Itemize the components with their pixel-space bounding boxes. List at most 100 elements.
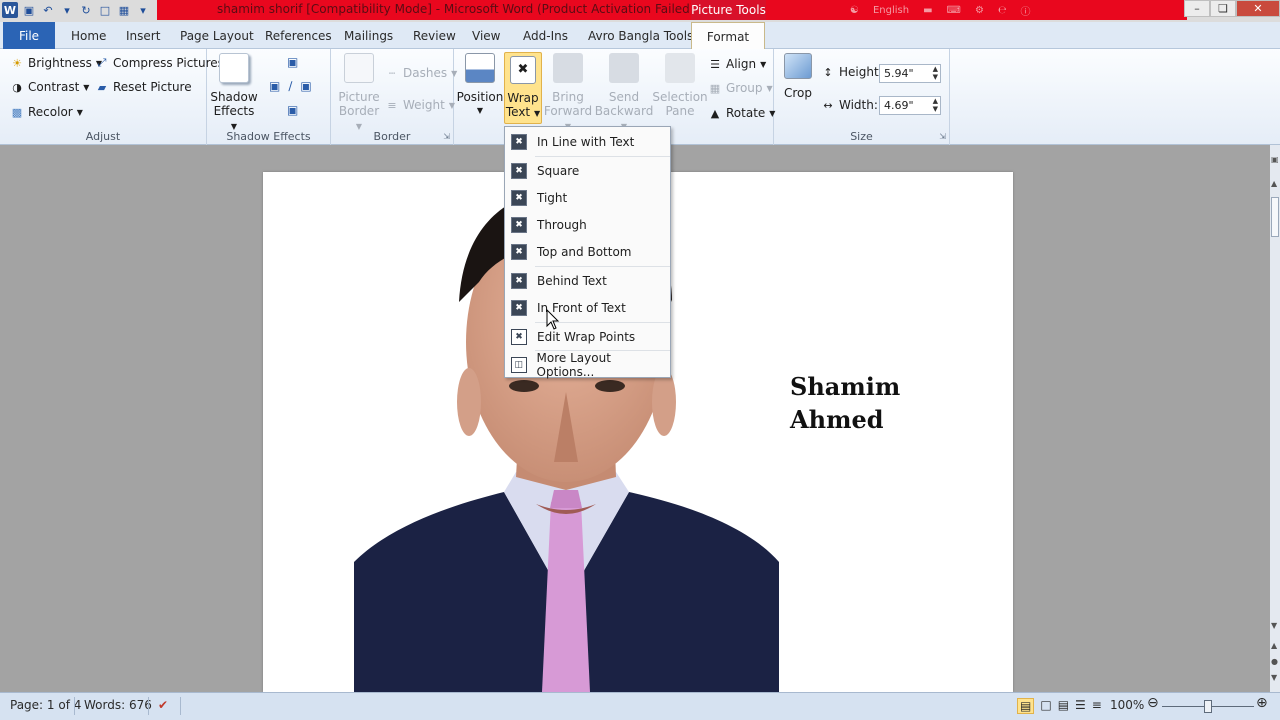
dialog-launcher-icon[interactable]: ⇲ <box>939 132 946 141</box>
border-group-label: Border <box>373 130 411 143</box>
ruler-toggle-icon[interactable]: ▣ <box>1271 155 1279 164</box>
crop-button[interactable]: Crop <box>780 53 816 100</box>
tab-insert[interactable]: Insert <box>126 22 160 49</box>
help-circle-icon[interactable]: ⓘ <box>1020 3 1030 18</box>
keyboard-icon[interactable]: ⌨ <box>947 5 961 16</box>
menu-item-through[interactable]: ✖ Through <box>507 213 668 236</box>
send-backward-button[interactable]: Send Backward ▼ <box>595 53 653 134</box>
browse-object-icon[interactable]: ● <box>1271 657 1278 666</box>
brightness-button[interactable]: ☀ Brightness ▼ <box>10 56 102 70</box>
tab-page-layout[interactable]: Page Layout <box>180 22 254 49</box>
previous-page-icon[interactable]: ▲ <box>1271 641 1277 650</box>
align-icon: ☰ <box>710 57 720 71</box>
menu-item-behind-text[interactable]: ✖ Behind Text <box>507 269 668 292</box>
word-logo-icon[interactable]: W <box>2 2 18 18</box>
menu-item-in-line-with-text[interactable]: ✖ In Line with Text <box>507 130 668 153</box>
contrast-button[interactable]: ◑ Contrast ▼ <box>10 80 89 94</box>
behind-text-icon: ✖ <box>511 272 527 289</box>
scroll-up-icon[interactable]: ▲ <box>1271 179 1277 188</box>
minimize-bar-icon[interactable]: ▬ <box>923 5 932 16</box>
print-layout-icon[interactable]: ▤ <box>1017 698 1035 714</box>
weight-button[interactable]: ≡ Weight ▼ <box>385 98 455 112</box>
reset-picture-button[interactable]: ▰ Reset Picture <box>95 80 192 94</box>
outline-icon[interactable]: ☰ <box>1075 698 1086 714</box>
chevron-down-icon[interactable]: ▾ <box>59 2 75 18</box>
language-label[interactable]: English <box>873 5 909 16</box>
nudge-right-icon[interactable]: ▣ <box>300 79 311 93</box>
height-input[interactable]: 5.94" ▲ ▼ <box>879 64 941 83</box>
spinner-arrows-icon[interactable]: ▲ ▼ <box>933 97 938 113</box>
tab-review[interactable]: Review <box>413 22 456 49</box>
tab-mailings[interactable]: Mailings <box>344 22 393 49</box>
status-divider <box>148 697 149 715</box>
vertical-scrollbar[interactable]: ▣ ▲ ▼ ▲ ● ▼ <box>1270 145 1280 692</box>
spinner-arrows-icon[interactable]: ▲ ▼ <box>933 65 938 81</box>
table-icon[interactable]: ▦ <box>116 2 132 18</box>
restore-button[interactable]: ❏ <box>1210 0 1236 17</box>
redo-icon[interactable]: ↻ <box>78 2 94 18</box>
rotate-button[interactable]: ▲ Rotate ▼ <box>708 106 776 120</box>
language-bar: ☯ English ▬ ⌨ ⚙ ℮ ⓘ <box>850 0 1030 20</box>
next-page-icon[interactable]: ▼ <box>1271 673 1277 682</box>
in-front-of-text-icon: ✖ <box>511 299 527 316</box>
menu-item-in-front-of-text[interactable]: ✖ In Front of Text <box>507 296 668 319</box>
picture-border-button[interactable]: Picture Border ▼ <box>338 53 380 134</box>
bring-forward-button[interactable]: Bring Forward ▼ <box>542 53 594 134</box>
zoom-level[interactable]: 100% <box>1110 698 1144 712</box>
bring-forward-icon <box>553 53 583 83</box>
tab-avro-bangla-tools[interactable]: Avro Bangla Tools <box>588 22 693 49</box>
position-button[interactable]: Position ▼ <box>457 53 503 118</box>
layout-options-icon: ◫ <box>511 356 527 373</box>
align-button[interactable]: ☰ Align ▼ <box>708 57 766 71</box>
page-count[interactable]: Page: 1 of 4 <box>10 698 81 712</box>
nudge-left-icon[interactable]: ▣ <box>269 79 280 93</box>
menu-item-top-and-bottom[interactable]: ✖ Top and Bottom <box>507 240 668 263</box>
name-heading[interactable]: Shamim Ahmed <box>790 370 900 436</box>
tab-view[interactable]: View <box>472 22 500 49</box>
width-input[interactable]: 4.69" ▲ ▼ <box>879 96 941 115</box>
recolor-button[interactable]: ▩ Recolor ▼ <box>10 105 83 119</box>
ie-icon[interactable]: ℮ <box>998 5 1007 16</box>
draft-icon[interactable]: ≡ <box>1092 698 1102 714</box>
group-button[interactable]: ▦ Group ▼ <box>708 81 773 95</box>
close-button[interactable]: ✕ <box>1236 0 1280 17</box>
save-icon[interactable]: ▣ <box>21 2 37 18</box>
nudge-down-icon[interactable]: ▣ <box>287 103 298 117</box>
tab-references[interactable]: References <box>265 22 332 49</box>
selection-pane-button[interactable]: Selection Pane <box>652 53 708 118</box>
scroll-down-icon[interactable]: ▼ <box>1271 621 1277 630</box>
tab-format[interactable]: Format <box>691 22 765 50</box>
menu-item-square[interactable]: ✖ Square <box>507 159 668 182</box>
web-layout-icon[interactable]: ▤ <box>1058 698 1069 714</box>
tools-icon[interactable]: ⚙ <box>975 5 984 16</box>
tab-file[interactable]: File <box>3 22 55 49</box>
full-screen-reading-icon[interactable]: □ <box>1040 698 1051 714</box>
menu-item-edit-wrap-points[interactable]: ✖ Edit Wrap Points <box>507 325 668 348</box>
zoom-out-icon[interactable]: ⊖ <box>1147 695 1159 711</box>
menu-item-tight[interactable]: ✖ Tight <box>507 186 668 209</box>
word-count[interactable]: Words: 676 <box>84 698 152 712</box>
tab-home[interactable]: Home <box>71 22 106 49</box>
compress-icon: ⤢ <box>97 56 107 69</box>
scroll-thumb[interactable] <box>1271 197 1279 237</box>
dashes-button[interactable]: ┄ Dashes ▼ <box>385 66 458 80</box>
compress-pictures-button[interactable]: ⤢ Compress Pictures <box>95 56 224 70</box>
nudge-up-icon[interactable]: ▣ <box>287 55 298 69</box>
zoom-in-icon[interactable]: ⊕ <box>1256 695 1268 711</box>
avro-icon[interactable]: ☯ <box>850 5 859 16</box>
tab-add-ins[interactable]: Add-Ins <box>523 22 568 49</box>
menu-item-more-layout-options[interactable]: ◫ More Layout Options... <box>507 351 668 379</box>
shadow-effects-button[interactable]: Shadow Effects ▼ <box>210 53 258 134</box>
ribbon-tabs: File Home Insert Page Layout References … <box>0 22 1280 63</box>
dialog-launcher-icon[interactable]: ⇲ <box>443 132 450 141</box>
shadow-toggle-icon[interactable]: ∕ <box>288 79 292 93</box>
proofing-icon[interactable]: ✔ <box>158 698 168 712</box>
page-icon[interactable]: □ <box>97 2 113 18</box>
minimize-button[interactable]: – <box>1184 0 1210 17</box>
wrap-text-button[interactable]: ✖ Wrap Text ▼ <box>504 52 542 124</box>
customize-qat-icon[interactable]: ▾ <box>135 2 151 18</box>
square-wrap-icon: ✖ <box>511 162 527 179</box>
menu-separator <box>535 266 670 267</box>
zoom-slider-handle[interactable] <box>1204 700 1212 713</box>
undo-icon[interactable]: ↶ <box>40 2 56 18</box>
